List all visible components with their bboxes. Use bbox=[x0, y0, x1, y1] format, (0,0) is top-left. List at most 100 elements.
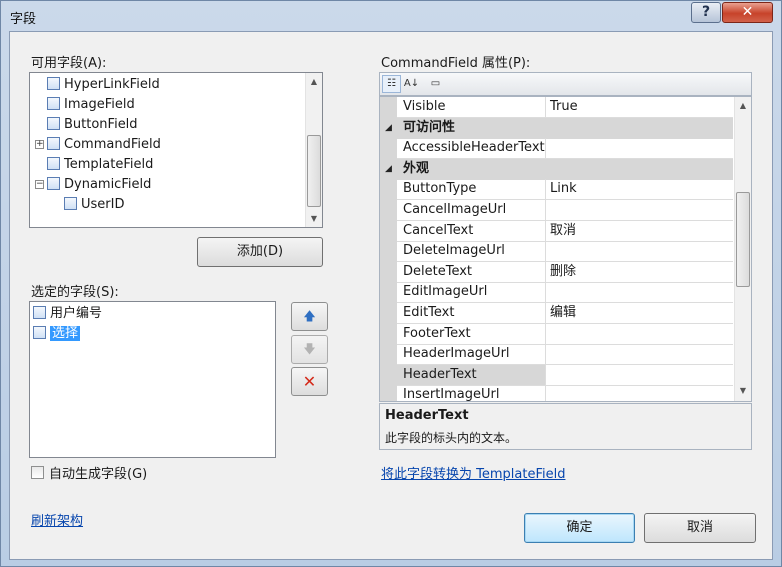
arrow-down-icon: 🡇 bbox=[303, 342, 316, 356]
available-field-item[interactable]: DynamicField bbox=[47, 175, 151, 194]
selected-field-label: 用户编号 bbox=[50, 306, 103, 321]
move-down-button[interactable]: 🡇 bbox=[291, 335, 328, 364]
property-row[interactable]: DeleteImageUrl bbox=[380, 241, 733, 263]
command-field-icon bbox=[47, 137, 60, 150]
auto-generate-checkbox[interactable] bbox=[31, 466, 44, 479]
property-value[interactable]: 编辑 bbox=[546, 303, 733, 324]
template-field-icon bbox=[47, 157, 60, 170]
property-row[interactable]: ButtonType Link bbox=[380, 179, 733, 201]
categorized-view-icon[interactable]: ☷ bbox=[382, 75, 401, 93]
available-field-label: DynamicField bbox=[64, 177, 152, 192]
move-up-button[interactable]: 🡅 bbox=[291, 302, 328, 331]
property-grid[interactable]: Visible True ◢ 可访问性 AccessibleHeaderText ◢ 外观 B… bbox=[379, 96, 752, 402]
property-value[interactable] bbox=[546, 138, 733, 160]
help-button[interactable]: ? bbox=[691, 2, 721, 23]
available-field-item[interactable]: ButtonField bbox=[47, 115, 138, 134]
available-field-item[interactable]: TemplateField bbox=[47, 155, 153, 174]
collapse-category-icon[interactable]: ◢ bbox=[385, 118, 392, 138]
available-field-item[interactable]: ImageField bbox=[47, 95, 135, 114]
refresh-schema-link[interactable]: 刷新架构 bbox=[31, 510, 83, 529]
property-row[interactable]: InsertImageUrl bbox=[380, 385, 733, 401]
property-gutter bbox=[380, 179, 397, 201]
available-field-item[interactable]: CommandField bbox=[47, 135, 161, 154]
property-description-panel: HeaderText 此字段的标头内的文本。 bbox=[379, 403, 752, 450]
command-field-icon bbox=[33, 326, 46, 339]
collapse-category-icon[interactable]: ◢ bbox=[385, 159, 392, 179]
selected-field-label: 选择 bbox=[50, 326, 81, 341]
property-pages-icon[interactable]: ▭ bbox=[426, 75, 445, 93]
selected-fields-list[interactable]: 用户编号 选择 bbox=[29, 301, 276, 458]
property-gutter bbox=[380, 344, 397, 366]
property-row[interactable]: EditText 编辑 bbox=[380, 303, 733, 324]
property-name: EditText bbox=[397, 303, 546, 324]
property-gutter bbox=[380, 220, 397, 242]
property-gutter bbox=[380, 261, 397, 283]
property-name: FooterText bbox=[397, 323, 546, 345]
property-name: CancelText bbox=[397, 220, 546, 242]
alphabetical-sort-icon[interactable]: A↓ bbox=[402, 75, 421, 93]
property-category[interactable]: ◢ 外观 bbox=[380, 158, 733, 180]
property-name: EditImageUrl bbox=[397, 282, 546, 304]
property-value[interactable]: 删除 bbox=[546, 262, 733, 283]
scroll-down-icon[interactable]: ▼ bbox=[306, 210, 322, 227]
available-field-item[interactable]: UserID bbox=[64, 195, 124, 214]
convert-to-templatefield-link[interactable]: 将此字段转换为 TemplateField bbox=[381, 463, 565, 482]
window-title: 字段 bbox=[10, 12, 37, 27]
button-field-icon bbox=[47, 117, 60, 130]
selected-field-item[interactable]: 用户编号 bbox=[33, 304, 102, 323]
property-row[interactable]: Visible True bbox=[380, 97, 733, 118]
auto-generate-label: 自动生成字段(G) bbox=[49, 467, 148, 482]
property-name: DeleteImageUrl bbox=[397, 241, 546, 263]
property-row[interactable]: FooterText bbox=[380, 323, 733, 345]
property-category[interactable]: ◢ 可访问性 bbox=[380, 117, 733, 139]
available-field-label: ButtonField bbox=[64, 117, 138, 132]
property-gutter bbox=[380, 364, 397, 386]
scroll-thumb[interactable] bbox=[736, 192, 750, 287]
property-value[interactable] bbox=[546, 385, 733, 401]
property-row[interactable]: HeaderText bbox=[380, 364, 733, 386]
selected-field-item[interactable]: 选择 bbox=[33, 324, 81, 343]
property-row[interactable]: HeaderImageUrl bbox=[380, 344, 733, 366]
property-value[interactable] bbox=[546, 344, 733, 366]
selected-fields-label: 选定的字段(S): bbox=[31, 285, 119, 300]
property-row[interactable]: CancelText 取消 bbox=[380, 220, 733, 242]
property-value[interactable]: True bbox=[546, 97, 733, 118]
property-row[interactable]: EditImageUrl bbox=[380, 282, 733, 304]
property-value[interactable] bbox=[546, 365, 733, 386]
available-field-item[interactable]: HyperLinkField bbox=[47, 75, 160, 94]
delete-field-button[interactable]: ✕ bbox=[291, 367, 328, 396]
property-gutter bbox=[380, 97, 397, 118]
property-row[interactable]: CancelImageUrl bbox=[380, 200, 733, 221]
available-field-label: HyperLinkField bbox=[64, 77, 160, 92]
fields-dialog: 字段 ? ✕ 可用字段(A): ▲ ▼ HyperLinkField ImageF… bbox=[0, 0, 782, 567]
delete-x-icon: ✕ bbox=[302, 372, 317, 391]
property-value[interactable] bbox=[546, 282, 733, 304]
close-button[interactable]: ✕ bbox=[722, 2, 773, 23]
scroll-thumb[interactable] bbox=[307, 135, 321, 207]
description-text: 此字段的标头内的文本。 bbox=[385, 431, 518, 445]
scroll-down-icon[interactable]: ▼ bbox=[735, 382, 751, 399]
property-value[interactable] bbox=[546, 241, 733, 263]
property-grid-scrollbar[interactable]: ▲ ▼ bbox=[734, 97, 751, 401]
collapse-icon[interactable]: − bbox=[35, 180, 44, 189]
scroll-up-icon[interactable]: ▲ bbox=[735, 97, 751, 114]
property-value[interactable] bbox=[546, 324, 733, 345]
available-fields-tree[interactable]: ▲ ▼ HyperLinkField ImageField ButtonField C… bbox=[29, 72, 323, 228]
properties-label: CommandField 属性(P): bbox=[381, 56, 531, 71]
add-field-button[interactable]: 添加(D) bbox=[197, 237, 323, 267]
property-gutter bbox=[380, 303, 397, 324]
property-name: ButtonType bbox=[397, 179, 546, 201]
property-name: CancelImageUrl bbox=[397, 200, 546, 221]
expand-icon[interactable]: + bbox=[35, 140, 44, 149]
property-row[interactable]: DeleteText 删除 bbox=[380, 261, 733, 283]
property-value[interactable] bbox=[546, 200, 733, 221]
property-row[interactable]: AccessibleHeaderText bbox=[380, 138, 733, 160]
scroll-up-icon[interactable]: ▲ bbox=[306, 73, 322, 90]
property-value[interactable]: 取消 bbox=[546, 221, 733, 242]
available-fields-scrollbar[interactable]: ▲ ▼ bbox=[305, 73, 322, 227]
cancel-button[interactable]: 取消 bbox=[644, 513, 756, 543]
title-bar[interactable]: 字段 ? ✕ bbox=[1, 1, 781, 31]
category-label: 可访问性 bbox=[403, 119, 456, 135]
ok-button[interactable]: 确定 bbox=[524, 513, 635, 543]
property-value[interactable]: Link bbox=[546, 179, 733, 201]
